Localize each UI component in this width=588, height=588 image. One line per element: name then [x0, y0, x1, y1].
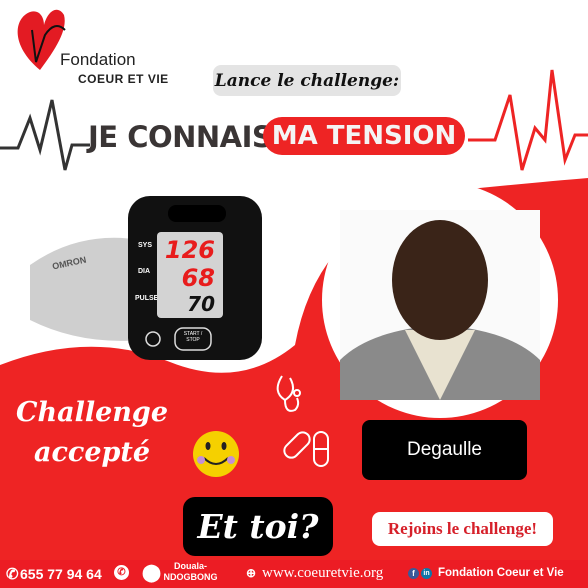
smiley-icon: [193, 431, 239, 477]
phone-number[interactable]: 655 77 94 64: [20, 566, 102, 582]
phone-icon: ✆: [6, 566, 19, 583]
sys-label: SYS: [138, 242, 153, 249]
title-part2: MA TENSION: [263, 117, 465, 155]
et-toi-text: Et toi?: [183, 497, 333, 556]
participant-photo: [340, 210, 540, 400]
social-handle[interactable]: Fondation Coeur et Vie: [438, 567, 564, 579]
monitor-screen: 126 68 70: [157, 232, 223, 318]
ecg-line-right: [468, 69, 588, 171]
logo-line1: Fondation: [60, 50, 136, 69]
title-part1: JE CONNAIS: [88, 120, 273, 154]
ecg-line-left: [0, 99, 90, 171]
join-challenge-button[interactable]: Rejoins le challenge!: [372, 512, 553, 546]
intro-pill: Lance le challenge:: [213, 65, 401, 96]
footer-bar: ✆ 655 77 94 64 ✆ ⬤ Douala- NDOGBONG ⊕ www…: [0, 560, 588, 588]
facebook-icon[interactable]: f: [408, 568, 419, 579]
heart-logo-icon: [17, 9, 66, 70]
logo-line2: COEUR ET VIE: [78, 72, 169, 86]
location-line2: NDOGBONG: [163, 572, 218, 582]
pulse-label: PULSE: [135, 295, 159, 302]
challenge-accepted-text: Challenge accepté: [16, 397, 168, 468]
globe-icon: ⊕: [246, 566, 257, 580]
website-link[interactable]: www.coeuretvie.org: [262, 565, 383, 582]
participant-name: Degaulle: [362, 420, 527, 480]
pulse-value: 70: [187, 292, 215, 316]
dia-value: 68: [181, 264, 215, 292]
cuff-image: [30, 237, 140, 341]
location-line1: Douala-: [173, 561, 207, 571]
dia-label: DIA: [138, 268, 151, 275]
location-pin-icon: ⬤: [142, 563, 162, 582]
sys-value: 126: [164, 236, 215, 264]
start-stop-button: START / STOP: [183, 331, 203, 343]
linkedin-icon[interactable]: in: [421, 568, 432, 579]
whatsapp-icon: ✆: [114, 565, 129, 580]
